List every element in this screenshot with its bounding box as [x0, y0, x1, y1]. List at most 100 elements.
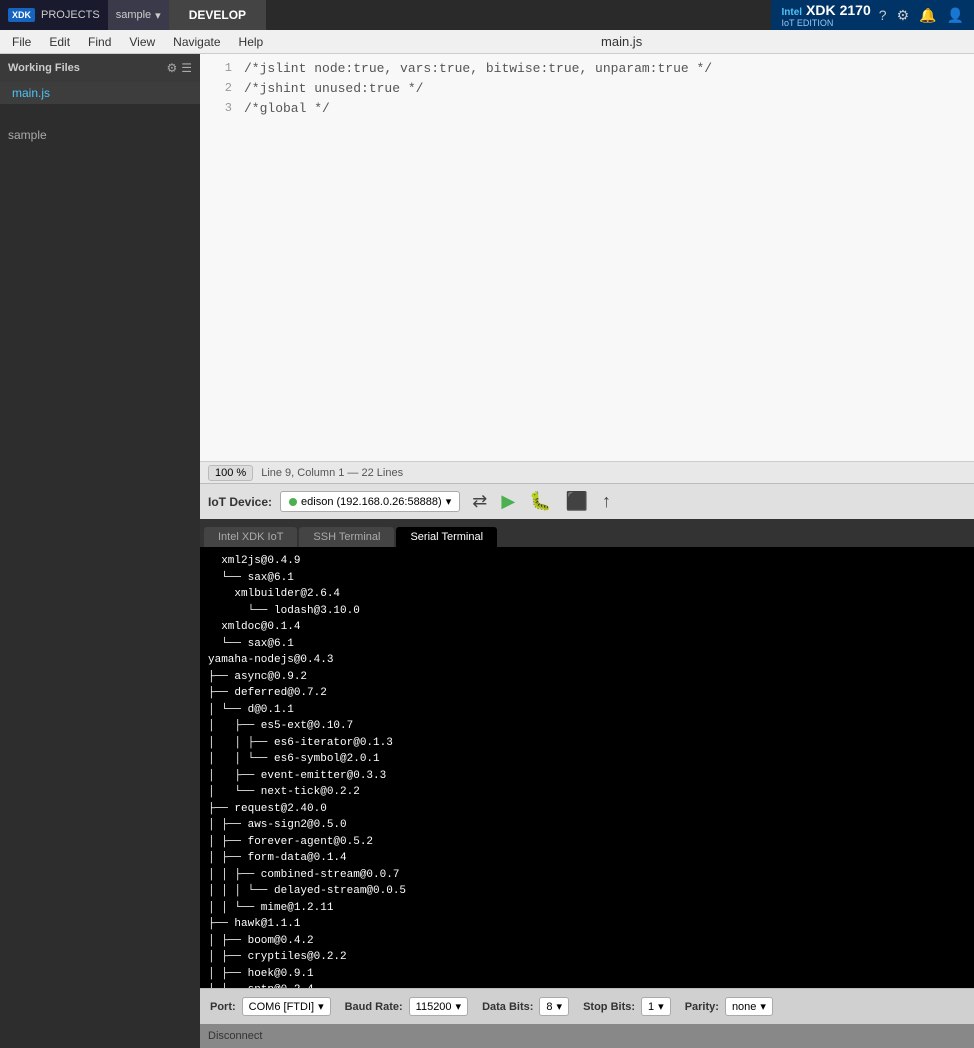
intel-xdk-branding: Intel XDK 2170 IoT EDITION: [781, 2, 870, 28]
parity-select[interactable]: none ▾: [725, 997, 773, 1016]
port-select[interactable]: COM6 [FTDI] ▾: [242, 997, 331, 1016]
parity-arrow: ▾: [760, 1000, 766, 1013]
terminal-tabs: Intel XDK IoT SSH Terminal Serial Termin…: [200, 519, 974, 547]
terminal-line: └── lodash@3.10.0: [208, 603, 974, 620]
tab-ssh-terminal[interactable]: SSH Terminal: [299, 527, 394, 547]
stop-group: Stop Bits: 1 ▾: [583, 997, 671, 1016]
tab-serial-terminal[interactable]: Serial Terminal: [396, 527, 497, 547]
transfer-button[interactable]: ⇄: [468, 489, 491, 514]
line-num-1: 1: [208, 61, 232, 75]
profile-icon[interactable]: 👤: [947, 7, 964, 24]
zoom-button[interactable]: 100 %: [208, 465, 253, 481]
device-dropdown[interactable]: edison (192.168.0.26:58888) ▾: [280, 491, 460, 512]
editor-content[interactable]: 1 /*jslint node:true, vars:true, bitwise…: [200, 54, 974, 461]
run-button[interactable]: ▶: [497, 489, 519, 514]
menu-find[interactable]: Find: [80, 33, 119, 51]
code-line-3: 3 /*global */: [200, 98, 974, 118]
settings-icon[interactable]: ⚙: [166, 61, 177, 75]
stop-select[interactable]: 1 ▾: [641, 997, 671, 1016]
right-panel: 1 /*jslint node:true, vars:true, bitwise…: [200, 54, 974, 1048]
parity-label: Parity:: [685, 1001, 719, 1013]
stop-label: Stop Bits:: [583, 1001, 635, 1013]
terminal-line: xmlbuilder@2.6.4: [208, 586, 974, 603]
terminal[interactable]: BETA xml2js@0.4.9 └── sax@6.1 xmlbuilder…: [200, 547, 974, 988]
line-num-2: 2: [208, 81, 232, 95]
terminal-line: │ ├── boom@0.4.2: [208, 933, 974, 950]
port-value: COM6 [FTDI]: [249, 1001, 314, 1013]
terminal-line: │ │ ├── combined-stream@0.0.7: [208, 867, 974, 884]
cursor-pos: Line 9, Column 1 — 22 Lines: [261, 467, 403, 479]
project-item-sample[interactable]: sample: [0, 124, 200, 146]
upload-button[interactable]: ↑: [598, 489, 615, 514]
terminal-output: xml2js@0.4.9 └── sax@6.1 xmlbuilder@2.6.…: [208, 553, 974, 988]
sidebar-header: Working Files ⚙ ☰: [0, 54, 200, 82]
develop-tab[interactable]: DEVELOP: [169, 0, 266, 30]
tab-intel-xdk-iot[interactable]: Intel XDK IoT: [204, 527, 297, 547]
stop-arrow: ▾: [658, 1000, 664, 1013]
terminal-line: │ │ ├── es6-iterator@0.1.3: [208, 735, 974, 752]
menu-bar: File Edit Find View Navigate Help main.j…: [0, 30, 974, 54]
line-num-3: 3: [208, 101, 232, 115]
terminal-line: xml2js@0.4.9: [208, 553, 974, 570]
parity-group: Parity: none ▾: [685, 997, 773, 1016]
file-item-main[interactable]: main.js: [0, 82, 200, 104]
menu-file[interactable]: File: [4, 33, 39, 51]
iot-toolbar: ⇄ ▶ 🐛 ⬛ ↑: [468, 489, 615, 514]
notifications-icon[interactable]: 🔔: [919, 7, 936, 24]
code-line-2: 2 /*jshint unused:true */: [200, 78, 974, 98]
iot-label: IoT Device:: [208, 495, 272, 509]
port-arrow: ▾: [318, 1000, 324, 1013]
terminal-line: │ ├── aws-sign2@0.5.0: [208, 817, 974, 834]
terminal-line: yamaha-nodejs@0.4.3: [208, 652, 974, 669]
iot-bar: IoT Device: edison (192.168.0.26:58888) …: [200, 483, 974, 519]
close-panel-icon[interactable]: ☰: [181, 61, 192, 75]
terminal-line: ├── hawk@1.1.1: [208, 916, 974, 933]
line-code-2: /*jshint unused:true */: [244, 81, 423, 96]
port-group: Port: COM6 [FTDI] ▾: [210, 997, 331, 1016]
baud-select[interactable]: 115200 ▾: [409, 997, 468, 1016]
terminal-line: ├── deferred@0.7.2: [208, 685, 974, 702]
gear-icon[interactable]: ⚙: [897, 7, 910, 24]
sample-dropdown[interactable]: sample ▾: [108, 0, 169, 30]
help-icon[interactable]: ?: [879, 7, 887, 23]
terminal-line: │ ├── es5-ext@0.10.7: [208, 718, 974, 735]
terminal-line: │ └── sntp@0.2.4: [208, 982, 974, 988]
menu-navigate[interactable]: Navigate: [165, 33, 228, 51]
bits-select[interactable]: 8 ▾: [539, 997, 569, 1016]
debug-button[interactable]: 🐛: [525, 489, 555, 514]
menu-view[interactable]: View: [121, 33, 163, 51]
top-bar-left: XDK PROJECTS: [0, 0, 108, 30]
code-line-1: 1 /*jslint node:true, vars:true, bitwise…: [200, 58, 974, 78]
baud-group: Baud Rate: 115200 ▾: [345, 997, 468, 1016]
terminal-line: │ ├── hoek@0.9.1: [208, 966, 974, 983]
bits-value: 8: [546, 1001, 552, 1013]
terminal-line: │ ├── forever-agent@0.5.2: [208, 834, 974, 851]
menu-help[interactable]: Help: [231, 33, 272, 51]
projects-button[interactable]: PROJECTS: [41, 9, 100, 21]
terminal-line: ├── request@2.40.0: [208, 801, 974, 818]
device-name: edison (192.168.0.26:58888): [301, 496, 442, 508]
iot-edition-label: IoT EDITION: [781, 18, 870, 28]
menu-edit[interactable]: Edit: [41, 33, 78, 51]
dropdown-arrow: ▾: [155, 9, 161, 22]
intel-label: Intel: [781, 7, 802, 18]
status-bar: 100 % Line 9, Column 1 — 22 Lines INS Ja…: [200, 461, 974, 483]
editor-area: 1 /*jslint node:true, vars:true, bitwise…: [200, 54, 974, 483]
terminal-line: │ ├── cryptiles@0.2.2: [208, 949, 974, 966]
terminal-line: ├── async@0.9.2: [208, 669, 974, 686]
terminal-line: │ └── next-tick@0.2.2: [208, 784, 974, 801]
stop-value: 1: [648, 1001, 654, 1013]
xdk-logo: XDK: [8, 8, 35, 22]
terminal-line: │ │ └── mime@1.2.11: [208, 900, 974, 917]
port-label: Port:: [210, 1001, 236, 1013]
device-status-dot: [289, 498, 297, 506]
parity-value: none: [732, 1001, 756, 1013]
bits-arrow: ▾: [557, 1000, 563, 1013]
baud-arrow: ▾: [456, 1000, 462, 1013]
disconnect-bar: Disconnect: [200, 1024, 974, 1048]
editor-title: main.js: [601, 34, 642, 49]
stop-button[interactable]: ⬛: [562, 489, 592, 514]
top-icons: ? ⚙ 🔔 👤: [879, 7, 964, 24]
baud-value: 115200: [416, 1001, 452, 1013]
top-bar: XDK PROJECTS sample ▾ DEVELOP Intel XDK …: [0, 0, 974, 30]
